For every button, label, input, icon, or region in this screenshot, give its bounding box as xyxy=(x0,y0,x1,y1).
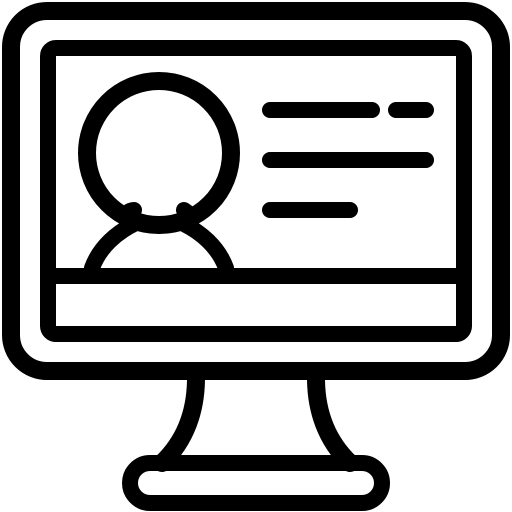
avatar-head xyxy=(78,72,240,234)
icon-canvas xyxy=(0,0,512,512)
computer-user-profile-icon xyxy=(2,2,510,511)
monitor-stand-base xyxy=(122,455,390,511)
monitor-frame xyxy=(2,2,510,380)
monitor-stand-neck xyxy=(153,369,359,472)
